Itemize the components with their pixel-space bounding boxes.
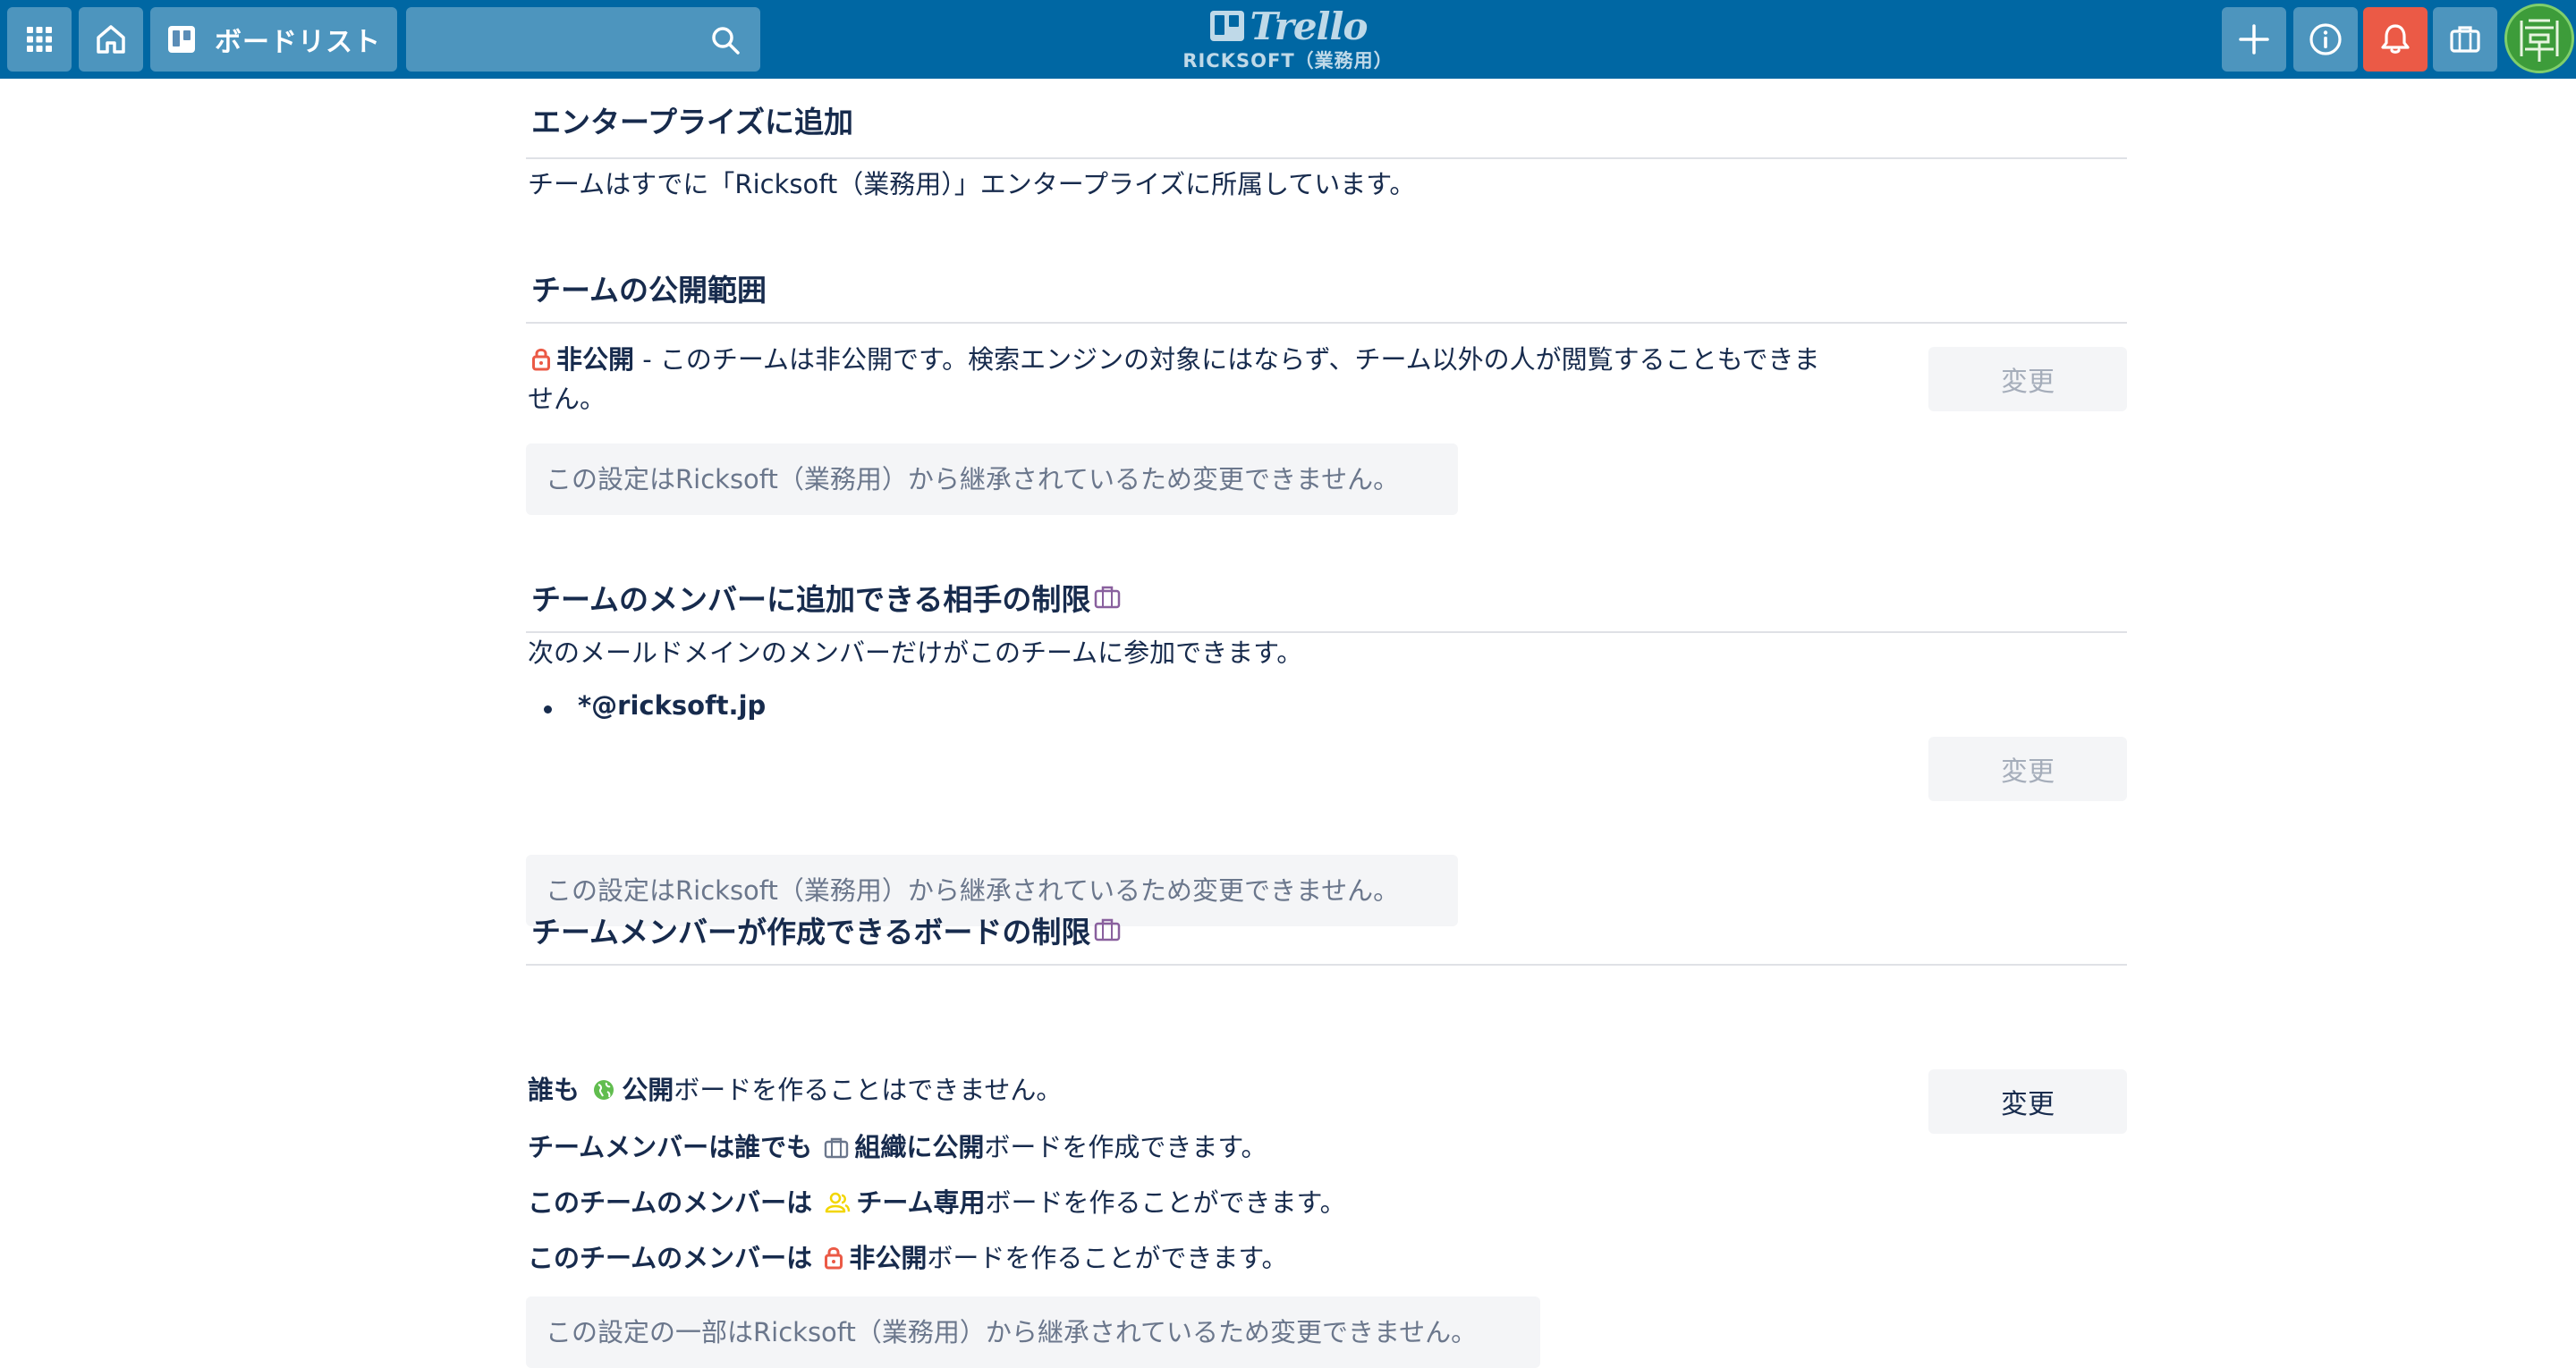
lock-icon (825, 1246, 843, 1270)
logo-wordmark: Trello (1250, 4, 1368, 48)
trello-logo-icon (1209, 11, 1244, 41)
visibility-description: 非公開 - このチームは非公開です。検索エンジンの対象にはならず、チーム以外の人… (528, 340, 1919, 418)
section-divider (526, 322, 2127, 324)
board-type-label: 組織に公開 (854, 1132, 985, 1162)
top-header: ボードリスト Trello RICKSOFT（業務用） (0, 0, 2576, 79)
team-board-rule: このチームのメンバーは チーム専用ボードを作ることができます。 (528, 1182, 1346, 1220)
enterprise-section-title: エンタープライズに追加 (531, 105, 854, 139)
notifications-button[interactable] (2363, 7, 2428, 72)
board-type-label: 公開 (622, 1075, 674, 1105)
allowed-domains-list: *@ricksoft.jp (544, 690, 766, 721)
team-icon (826, 1192, 851, 1213)
board-type-label: チーム専用 (856, 1187, 986, 1218)
change-visibility-button[interactable]: 変更 (1928, 347, 2127, 411)
rule-subject: チームメンバーは誰でも (528, 1132, 813, 1162)
info-button[interactable] (2293, 7, 2358, 72)
rule-text: ボードを作ることができます。 (927, 1243, 1288, 1273)
avatar-image (2520, 19, 2559, 62)
private-label: 非公開 (556, 344, 635, 375)
lock-icon (532, 348, 550, 371)
briefcase-icon (825, 1137, 849, 1159)
visibility-description-line2: せん。 (528, 384, 606, 414)
enterprise-button[interactable] (2433, 7, 2497, 72)
home-button[interactable] (79, 7, 143, 72)
rule-text: ボードを作ることはできません。 (674, 1075, 1063, 1105)
boards-icon (168, 26, 195, 53)
boards-menu-label: ボードリスト (215, 27, 381, 58)
membership-section-title: チームのメンバーに追加できる相手の制限 (531, 576, 1126, 619)
visibility-description-line1: - このチームは非公開です。検索エンジンの対象にはならず、チーム以外の人が閲覧す… (634, 344, 1820, 375)
enterprise-briefcase-icon (1095, 918, 1121, 942)
boards-menu-button[interactable]: ボードリスト (150, 7, 397, 72)
enterprise-briefcase-icon (1095, 586, 1121, 609)
board-creation-section-title-text: チームメンバーが作成できるボードの制限 (531, 915, 1091, 950)
search-icon (712, 27, 740, 55)
workspace-name: RICKSOFT（業務用） (1182, 50, 1394, 72)
home-icon (97, 25, 125, 54)
list-item: *@ricksoft.jp (544, 690, 766, 721)
section-divider (526, 964, 2127, 966)
board-creation-section-title: チームメンバーが作成できるボードの制限 (531, 908, 1126, 951)
briefcase-icon (2450, 26, 2480, 53)
private-board-rule: このチームのメンバーは 非公開ボードを作ることができます。 (528, 1237, 1287, 1275)
apps-grid-icon (27, 27, 52, 52)
rule-text: ボードを作成できます。 (984, 1132, 1267, 1162)
apps-grid-button[interactable] (7, 7, 72, 72)
partially-inherited-setting-note: この設定の一部はRicksoft（業務用）から継承されているため変更できません。 (526, 1296, 1540, 1368)
board-type-label: 非公開 (849, 1243, 928, 1273)
inherited-setting-note: この設定はRicksoft（業務用）から継承されているため変更できません。 (526, 443, 1458, 515)
change-membership-button[interactable]: 変更 (1928, 737, 2127, 801)
search-input[interactable] (406, 7, 760, 72)
section-divider (526, 157, 2127, 159)
rule-text: ボードを作ることができます。 (985, 1187, 1346, 1218)
create-button[interactable] (2222, 7, 2286, 72)
public-board-rule: 誰も 公開ボードを作ることはできません。 (528, 1069, 1062, 1107)
bell-icon (2381, 24, 2410, 54)
plus-icon (2239, 24, 2269, 55)
info-icon (2309, 23, 2342, 55)
enterprise-status-text: チームはすでに「Ricksoft（業務用）」エンタープライズに所属しています。 (528, 169, 1416, 199)
rule-subject: このチームのメンバーは (528, 1187, 813, 1218)
rule-subject: 誰も (528, 1075, 580, 1105)
membership-description: 次のメールドメインのメンバーだけがこのチームに参加できます。 (528, 638, 1303, 668)
avatar[interactable] (2504, 4, 2574, 73)
membership-section-title-text: チームのメンバーに追加できる相手の制限 (531, 582, 1091, 617)
trello-logo[interactable]: Trello RICKSOFT（業務用） (1163, 4, 1413, 75)
globe-icon (594, 1080, 614, 1100)
change-board-restrictions-button[interactable]: 変更 (1928, 1069, 2127, 1134)
visibility-section-title: チームの公開範囲 (531, 273, 767, 308)
org-visible-board-rule: チームメンバーは誰でも 組織に公開ボードを作成できます。 (528, 1127, 1267, 1164)
rule-subject: このチームのメンバーは (528, 1243, 813, 1273)
